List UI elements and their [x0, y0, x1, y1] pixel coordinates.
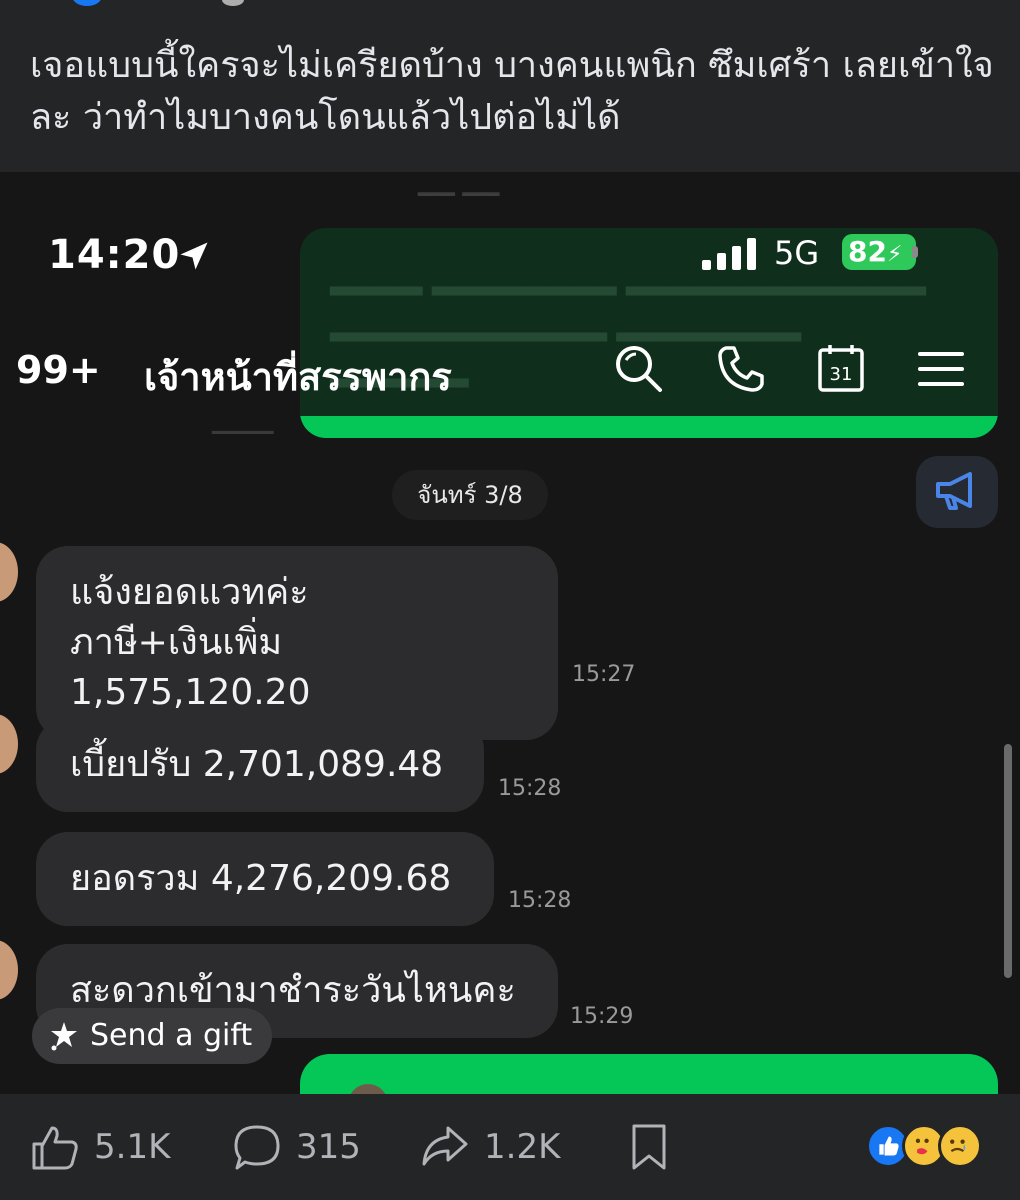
like-icon [32, 1126, 78, 1170]
author-avatar[interactable] [72, 0, 102, 6]
message-bubble[interactable]: แจ้งยอดแวทค่ะ ภาษี+เงินเพิ่ม 1,575,120.2… [36, 546, 558, 740]
ghost-time-fragment: ▁▁▁▁ [212, 410, 274, 434]
outgoing-message-bubble[interactable] [300, 1054, 998, 1094]
post-action-bar: 5.1K 315 1.2K [0, 1094, 1020, 1200]
announcement-button[interactable] [916, 456, 998, 528]
ghost-date-fragment: ▁▁ ▁▁ [418, 172, 500, 196]
sad-face-glyph [950, 1139, 966, 1153]
sender-avatar[interactable] [0, 542, 18, 602]
battery-cap [912, 246, 918, 258]
like-button[interactable]: 5.1K [30, 1120, 180, 1174]
author-name-fragment [222, 0, 244, 6]
status-time: 14:20 [48, 232, 181, 278]
battery-indicator: 82⚡ [842, 234, 916, 270]
message-time: 15:28 [498, 776, 562, 801]
location-arrow-icon [180, 242, 208, 270]
bookmark-icon [632, 1124, 666, 1170]
send-gift-label: Send a gift [90, 1018, 253, 1053]
charging-bolt-icon: ⚡ [886, 242, 903, 267]
battery-level: 82 [848, 235, 887, 268]
sad-reaction-icon [938, 1124, 982, 1168]
calendar-icon[interactable]: 31 [814, 342, 868, 396]
comment-icon [234, 1125, 280, 1170]
sender-avatar[interactable] [0, 940, 18, 1000]
reaction-summary[interactable] [866, 1124, 990, 1170]
share-count: 1.2K [484, 1127, 561, 1167]
back-unread-count[interactable]: 99+ [16, 348, 101, 392]
chat-screenshot[interactable]: ▁▁ ▁▁ ▂▂▂▂ ▂▂▂▂▂▂▂▂ ▂▂▂▂▂▂▂▂▂▂▂▂▂ ▂▂▂▂▂▂▂… [0, 172, 1020, 1094]
save-button[interactable] [624, 1120, 674, 1174]
sender-avatar[interactable] [0, 714, 18, 774]
message-time: 15:28 [508, 888, 572, 913]
chat-contact-name[interactable]: เจ้าหน้าที่สรรพากร [144, 346, 452, 407]
message-bubble[interactable]: ยอดรวม 4,276,209.68 [36, 832, 494, 926]
phone-icon[interactable] [714, 342, 768, 396]
share-button[interactable]: 1.2K [420, 1120, 580, 1174]
ghost-bubble-edge [300, 416, 998, 438]
scrollbar[interactable] [1004, 744, 1012, 978]
comment-button[interactable]: 315 [232, 1120, 372, 1174]
comment-count: 315 [296, 1127, 361, 1167]
date-separator: จันทร์ 3/8 [392, 470, 548, 520]
message-time: 15:29 [570, 1004, 634, 1029]
calendar-day: 31 [830, 364, 853, 385]
like-count: 5.1K [94, 1127, 171, 1167]
search-icon[interactable] [612, 342, 666, 396]
outgoing-text-fragment: ▂▂▂ ▂▂▂ [412, 1080, 550, 1094]
message-bubble[interactable]: เบี้ยปรับ 2,701,089.48 [36, 718, 484, 812]
signal-icon [702, 238, 756, 270]
post-header: เจอแบบนี้ใครจะไม่เครียดบ้าง บางคนแพนิก ซ… [0, 0, 1020, 172]
post-caption: เจอแบบนี้ใครจะไม่เครียดบ้าง บางคนแพนิก ซ… [30, 45, 994, 138]
share-icon [422, 1126, 468, 1166]
gift-icon [51, 1022, 77, 1051]
network-type: 5G [774, 234, 820, 272]
megaphone-icon [936, 472, 972, 510]
send-gift-button[interactable]: Send a gift [32, 1008, 272, 1064]
menu-icon[interactable] [914, 342, 968, 396]
message-time: 15:27 [572, 662, 636, 687]
